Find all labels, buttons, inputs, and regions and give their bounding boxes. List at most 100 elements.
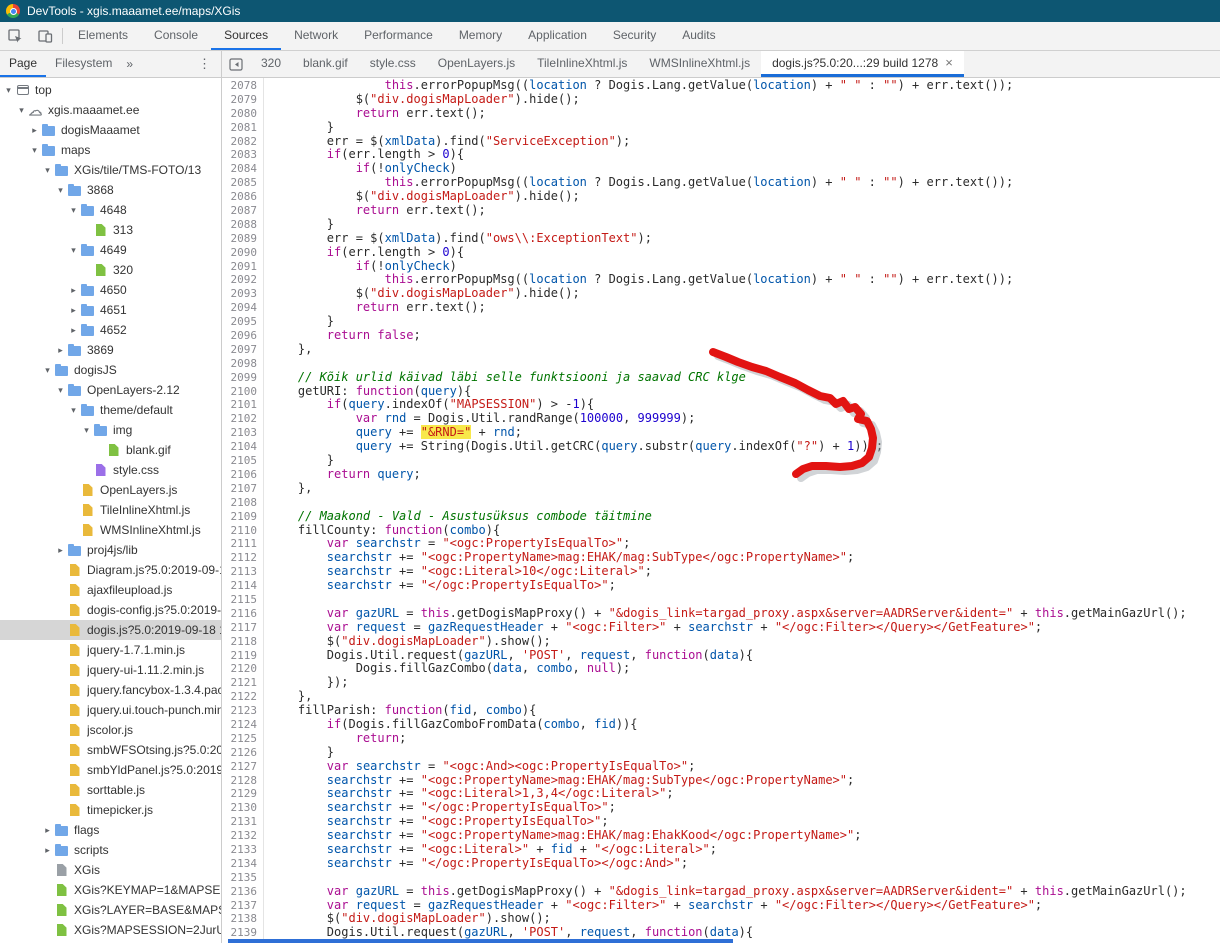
code-line	[269, 357, 1220, 371]
tab-elements[interactable]: Elements	[65, 22, 141, 50]
tree-item-jquery-ui-touch-punch-min[interactable]: jquery.ui.touch-punch.min	[0, 700, 221, 720]
tree-expander-icon[interactable]: ▸	[67, 305, 80, 316]
tree-item-label: style.css	[113, 463, 159, 477]
file-tab-label: 320	[261, 56, 281, 70]
tree-expander-icon[interactable]: ▾	[15, 105, 28, 116]
tree-item-xgis-maaamet-ee[interactable]: ▾☁xgis.maaamet.ee	[0, 100, 221, 120]
tree-item-diagram-js-5-0-2019-09-18[interactable]: Diagram.js?5.0:2019-09-18	[0, 560, 221, 580]
tree-item-label: top	[35, 83, 52, 97]
tree-item-xgis[interactable]: XGis	[0, 860, 221, 880]
bottom-scrollbar-thumb[interactable]	[228, 939, 733, 943]
tree-expander-icon[interactable]: ▾	[80, 425, 93, 436]
tree-item-320[interactable]: 320	[0, 260, 221, 280]
tree-item-img[interactable]: ▾img	[0, 420, 221, 440]
tree-item-xgis-layer-base-mapses[interactable]: XGis?LAYER=BASE&MAPSES	[0, 900, 221, 920]
tree-item-theme-default[interactable]: ▾theme/default	[0, 400, 221, 420]
file-tab-320[interactable]: 320	[250, 51, 292, 77]
tab-network[interactable]: Network	[281, 22, 351, 50]
tree-expander-icon[interactable]: ▸	[41, 825, 54, 836]
tree-item-scripts[interactable]: ▸scripts	[0, 840, 221, 860]
tree-item-dogismaaamet[interactable]: ▸dogisMaaamet	[0, 120, 221, 140]
tree-item-timepicker-js[interactable]: timepicker.js	[0, 800, 221, 820]
tree-item-smbyldpanel-js-5-0-2019-0[interactable]: smbYldPanel.js?5.0:2019-0	[0, 760, 221, 780]
tree-expander-icon[interactable]: ▸	[67, 285, 80, 296]
tree-expander-icon[interactable]: ▸	[54, 345, 67, 356]
hide-navigator-icon[interactable]	[222, 51, 250, 77]
code-line: searchstr += "<ogc:PropertyIsEqualTo>";	[269, 815, 1220, 829]
tree-item-dogis-js-5-0-2019-09-18-12[interactable]: dogis.js?5.0:2019-09-18 12	[0, 620, 221, 640]
tree-item-openlayers-js[interactable]: OpenLayers.js	[0, 480, 221, 500]
tree-item-dogisjs[interactable]: ▾dogisJS	[0, 360, 221, 380]
tab-performance[interactable]: Performance	[351, 22, 446, 50]
tree-item-flags[interactable]: ▸flags	[0, 820, 221, 840]
tree-item-wmsinlinexhtml-js[interactable]: WMSInlineXhtml.js	[0, 520, 221, 540]
tree-item-313[interactable]: 313	[0, 220, 221, 240]
tree-expander-icon[interactable]: ▾	[54, 385, 67, 396]
tab-memory[interactable]: Memory	[446, 22, 515, 50]
file-green-icon	[54, 904, 69, 916]
file-tab-blank-gif[interactable]: blank.gif	[292, 51, 359, 77]
navigator-tab-page[interactable]: Page	[0, 51, 46, 77]
tree-expander-icon[interactable]: ▸	[28, 125, 41, 136]
tree-expander-icon[interactable]: ▸	[41, 845, 54, 856]
tree-item-jquery-fancybox-1-3-4-pack[interactable]: jquery.fancybox-1.3.4.pack	[0, 680, 221, 700]
file-yellow-icon	[67, 684, 82, 696]
tree-item-4651[interactable]: ▸4651	[0, 300, 221, 320]
tree-item-smbwfsotsing-js-5-0-2019[interactable]: smbWFSOtsing.js?5.0:2019	[0, 740, 221, 760]
file-tab-openlayers-js[interactable]: OpenLayers.js	[427, 51, 526, 77]
navigator-tab-filesystem[interactable]: Filesystem	[46, 51, 121, 77]
line-number: 2102	[222, 412, 263, 426]
tree-item-3868[interactable]: ▾3868	[0, 180, 221, 200]
tree-item-xgis-mapsession-2juruay[interactable]: XGis?MAPSESSION=2JurUay	[0, 920, 221, 940]
code-line: return err.text();	[269, 301, 1220, 315]
tree-expander-icon[interactable]: ▾	[41, 165, 54, 176]
device-toolbar-icon[interactable]	[30, 22, 60, 50]
file-tab-wmsinlinexhtml-js[interactable]: WMSInlineXhtml.js	[638, 51, 761, 77]
tree-expander-icon[interactable]: ▾	[28, 145, 41, 156]
tree-item-4649[interactable]: ▾4649	[0, 240, 221, 260]
tree-item-sorttable-js[interactable]: sorttable.js	[0, 780, 221, 800]
file-tab-tileinlinexhtml-js[interactable]: TileInlineXhtml.js	[526, 51, 638, 77]
tree-expander-icon[interactable]: ▾	[67, 205, 80, 216]
file-tab-dogis-js-5-0-20-29-build-1278[interactable]: dogis.js?5.0:20...:29 build 1278×	[761, 51, 964, 77]
tree-item-jscolor-js[interactable]: jscolor.js	[0, 720, 221, 740]
tree-item-4652[interactable]: ▸4652	[0, 320, 221, 340]
line-number: 2091	[222, 260, 263, 274]
tree-item-ajaxfileupload-js[interactable]: ajaxfileupload.js	[0, 580, 221, 600]
code-viewport[interactable]: this.errorPopupMsg((location ? Dogis.Lan…	[264, 78, 1220, 943]
tree-expander-icon[interactable]: ▾	[67, 405, 80, 416]
tree-item-blank-gif[interactable]: blank.gif	[0, 440, 221, 460]
tree-item-label: 320	[113, 263, 133, 277]
file-tab-style-css[interactable]: style.css	[359, 51, 427, 77]
tab-audits[interactable]: Audits	[669, 22, 728, 50]
tree-expander-icon[interactable]: ▾	[67, 245, 80, 256]
tree-expander-icon[interactable]: ▾	[54, 185, 67, 196]
inspect-element-icon[interactable]	[0, 22, 30, 50]
tree-expander-icon[interactable]: ▸	[67, 325, 80, 336]
tree-item-openlayers-2-12[interactable]: ▾OpenLayers-2.12	[0, 380, 221, 400]
tree-item-jquery-1-7-1-min-js[interactable]: jquery-1.7.1.min.js	[0, 640, 221, 660]
tree-expander-icon[interactable]: ▾	[41, 365, 54, 376]
close-tab-icon[interactable]: ×	[945, 56, 953, 69]
tree-item-3869[interactable]: ▸3869	[0, 340, 221, 360]
tree-item-dogis-config-js-5-0-2019-0[interactable]: dogis-config.js?5.0:2019-0	[0, 600, 221, 620]
tree-item-top[interactable]: ▾ top	[0, 80, 221, 100]
tree-item-maps[interactable]: ▾maps	[0, 140, 221, 160]
tree-item-style-css[interactable]: style.css	[0, 460, 221, 480]
navigator-overflow-chevron[interactable]: »	[121, 51, 138, 77]
tree-item-proj4js-lib[interactable]: ▸proj4js/lib	[0, 540, 221, 560]
tree-expander-icon[interactable]: ▸	[54, 545, 67, 556]
tree-item-tileinlinexhtml-js[interactable]: TileInlineXhtml.js	[0, 500, 221, 520]
tree-item-jquery-ui-1-11-2-min-js[interactable]: jquery-ui-1.11.2.min.js	[0, 660, 221, 680]
line-number: 2086	[222, 190, 263, 204]
tab-security[interactable]: Security	[600, 22, 669, 50]
tab-application[interactable]: Application	[515, 22, 600, 50]
navigator-kebab-menu-icon[interactable]: ⋮	[188, 51, 221, 77]
tree-item-xgis-keymap-1-mapsessi[interactable]: XGis?KEYMAP=1&MAPSESSI	[0, 880, 221, 900]
tree-expander-icon[interactable]: ▾	[2, 85, 15, 96]
tree-item-4648[interactable]: ▾4648	[0, 200, 221, 220]
tree-item-xgis-tile-tms-foto-13[interactable]: ▾XGis/tile/TMS-FOTO/13	[0, 160, 221, 180]
tab-sources[interactable]: Sources	[211, 22, 281, 50]
tree-item-4650[interactable]: ▸4650	[0, 280, 221, 300]
tab-console[interactable]: Console	[141, 22, 211, 50]
